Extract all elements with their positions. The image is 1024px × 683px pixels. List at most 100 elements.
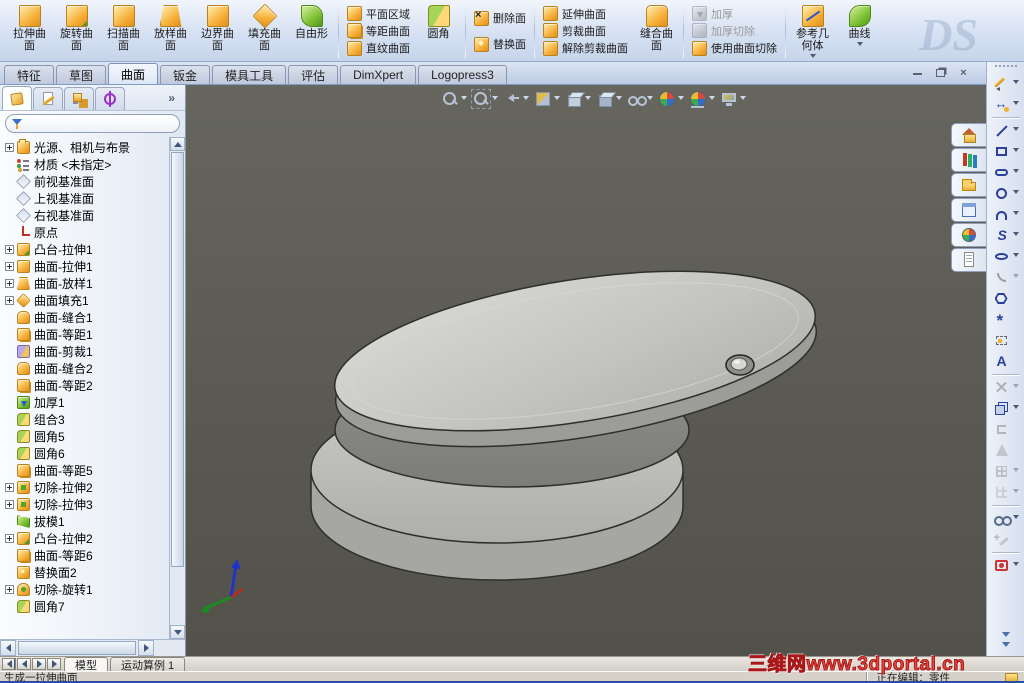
- sketch-tool-button[interactable]: [987, 398, 1024, 419]
- ribbon-button[interactable]: 拉伸曲面: [6, 2, 53, 60]
- feature-tree-item[interactable]: 曲面-放样1: [0, 275, 169, 292]
- ribbon-small-button[interactable]: 删除面: [469, 9, 531, 27]
- feature-tree-item[interactable]: 加厚1: [0, 394, 169, 411]
- feature-tree-item[interactable]: 切除-拉伸2: [0, 479, 169, 496]
- graphics-viewport[interactable]: [186, 85, 986, 656]
- sketch-tool-button[interactable]: [987, 183, 1024, 204]
- dropdown-arrow-icon[interactable]: [740, 95, 746, 103]
- feature-tree-item[interactable]: 曲面-缝合1: [0, 309, 169, 326]
- view-tool-button[interactable]: [440, 89, 467, 109]
- fillet-button[interactable]: 圆角: [415, 2, 462, 60]
- dropdown-arrow-icon[interactable]: [1012, 489, 1019, 496]
- feature-tree-item[interactable]: 组合3: [0, 411, 169, 428]
- expand-toggle-icon[interactable]: [5, 296, 14, 305]
- ribbon-small-button[interactable]: 解除剪裁曲面: [538, 40, 633, 57]
- ribbon-small-button[interactable]: 直纹曲面: [342, 40, 415, 57]
- task-pane-tab[interactable]: [951, 223, 986, 247]
- view-tool-button[interactable]: [564, 89, 591, 109]
- dropdown-arrow-icon[interactable]: [856, 42, 863, 49]
- manager-tab[interactable]: [33, 87, 63, 110]
- manager-tab[interactable]: [95, 87, 125, 110]
- dropdown-arrow-icon[interactable]: [1012, 562, 1019, 569]
- ribbon-small-button[interactable]: 替换面: [469, 35, 531, 53]
- feature-tree-item[interactable]: 曲面-剪裁1: [0, 343, 169, 360]
- dropdown-arrow-icon[interactable]: [1012, 468, 1019, 475]
- ribbon-button[interactable]: 边界曲面: [194, 2, 241, 60]
- sketch-tool-button[interactable]: [987, 120, 1024, 141]
- feature-tree-item[interactable]: 拔模1: [0, 513, 169, 530]
- sketch-tool-button[interactable]: [987, 529, 1024, 550]
- tree-vertical-scrollbar[interactable]: [169, 137, 185, 639]
- ribbon-small-button[interactable]: 平面区域: [342, 5, 415, 22]
- task-pane-tab[interactable]: [951, 148, 986, 172]
- sketch-tool-button[interactable]: [987, 377, 1024, 398]
- toolbar-drag-handle[interactable]: [994, 65, 1017, 70]
- sketch-tool-button[interactable]: [987, 94, 1024, 115]
- ribbon-button[interactable]: 填充曲面: [241, 2, 288, 60]
- ribbon-small-button[interactable]: 加厚: [687, 5, 782, 22]
- curves-button[interactable]: 曲线: [836, 2, 883, 60]
- go-last-button[interactable]: [47, 658, 61, 670]
- command-tab[interactable]: 钣金: [160, 65, 211, 84]
- sketch-tool-button[interactable]: [987, 351, 1024, 372]
- feature-tree-item[interactable]: 右视基准面: [0, 207, 169, 224]
- view-tool-button[interactable]: [657, 89, 684, 109]
- command-tab[interactable]: Logopress3: [418, 65, 507, 84]
- next-button[interactable]: [32, 658, 46, 670]
- ribbon-button[interactable]: 扫描曲面: [100, 2, 147, 60]
- expand-toggle-icon[interactable]: [5, 279, 14, 288]
- scroll-left-button[interactable]: [0, 640, 16, 656]
- sketch-tool-button[interactable]: [987, 330, 1024, 351]
- sketch-tool-button[interactable]: [987, 225, 1024, 246]
- dropdown-arrow-icon[interactable]: [1012, 211, 1019, 218]
- feature-tree-item[interactable]: 上视基准面: [0, 190, 169, 207]
- expand-toggle-icon[interactable]: [5, 483, 14, 492]
- manager-tab[interactable]: [64, 87, 94, 110]
- feature-tree-item[interactable]: 材质 <未指定>: [0, 156, 169, 173]
- task-pane-tab[interactable]: [951, 173, 986, 197]
- feature-tree-item[interactable]: 曲面-等距2: [0, 377, 169, 394]
- model-3d[interactable]: [186, 85, 986, 656]
- sketch-tool-button[interactable]: [987, 508, 1024, 529]
- task-pane-tab[interactable]: [951, 123, 986, 147]
- task-pane-tab[interactable]: [951, 198, 986, 222]
- feature-tree-item[interactable]: 圆角7: [0, 598, 169, 615]
- dropdown-arrow-icon[interactable]: [461, 95, 467, 103]
- command-tab[interactable]: 草图: [56, 65, 107, 84]
- feature-tree-item[interactable]: 切除-旋转1: [0, 581, 169, 598]
- dropdown-arrow-icon[interactable]: [1012, 515, 1019, 522]
- reference-geometry-button[interactable]: 参考几何体: [789, 2, 836, 60]
- restore-button[interactable]: [932, 66, 949, 80]
- expand-toggle-icon[interactable]: [5, 143, 14, 152]
- sketch-tool-button[interactable]: [987, 204, 1024, 225]
- scroll-right-button[interactable]: [138, 640, 154, 656]
- view-tool-button[interactable]: [471, 89, 498, 109]
- feature-tree-item[interactable]: 前视基准面: [0, 173, 169, 190]
- knit-surface-button[interactable]: 缝合曲面: [633, 2, 680, 60]
- ribbon-button[interactable]: 旋转曲面: [53, 2, 100, 60]
- dropdown-arrow-icon[interactable]: [1012, 232, 1019, 239]
- toolbar-more-chevron-icon[interactable]: [1001, 632, 1010, 651]
- feature-tree-item[interactable]: 曲面-等距5: [0, 462, 169, 479]
- panel-overflow-chevron-icon[interactable]: »: [168, 91, 175, 105]
- feature-tree-item[interactable]: 曲面-等距6: [0, 547, 169, 564]
- scroll-up-button[interactable]: [170, 137, 185, 151]
- sketch-tool-button[interactable]: [987, 288, 1024, 309]
- sketch-tool-button[interactable]: [987, 440, 1024, 461]
- sketch-tool-button[interactable]: [987, 267, 1024, 288]
- command-tab[interactable]: 评估: [288, 65, 339, 84]
- feature-tree-item[interactable]: 曲面-等距1: [0, 326, 169, 343]
- ribbon-small-button[interactable]: 等距曲面: [342, 22, 415, 39]
- ribbon-small-button[interactable]: 使用曲面切除: [687, 40, 782, 57]
- feature-tree-item[interactable]: 光源、相机与布景: [0, 139, 169, 156]
- sketch-tool-button[interactable]: [987, 309, 1024, 331]
- minimize-button[interactable]: [909, 66, 926, 80]
- view-tool-button[interactable]: [626, 89, 653, 109]
- expand-toggle-icon[interactable]: [5, 534, 14, 543]
- view-tool-button[interactable]: [533, 89, 560, 109]
- dropdown-arrow-icon[interactable]: [1012, 127, 1019, 134]
- document-mode-tab[interactable]: 模型: [64, 657, 108, 672]
- feature-tree-item[interactable]: 原点: [0, 224, 169, 241]
- dropdown-arrow-icon[interactable]: [1012, 148, 1019, 155]
- manager-tab[interactable]: [2, 86, 32, 110]
